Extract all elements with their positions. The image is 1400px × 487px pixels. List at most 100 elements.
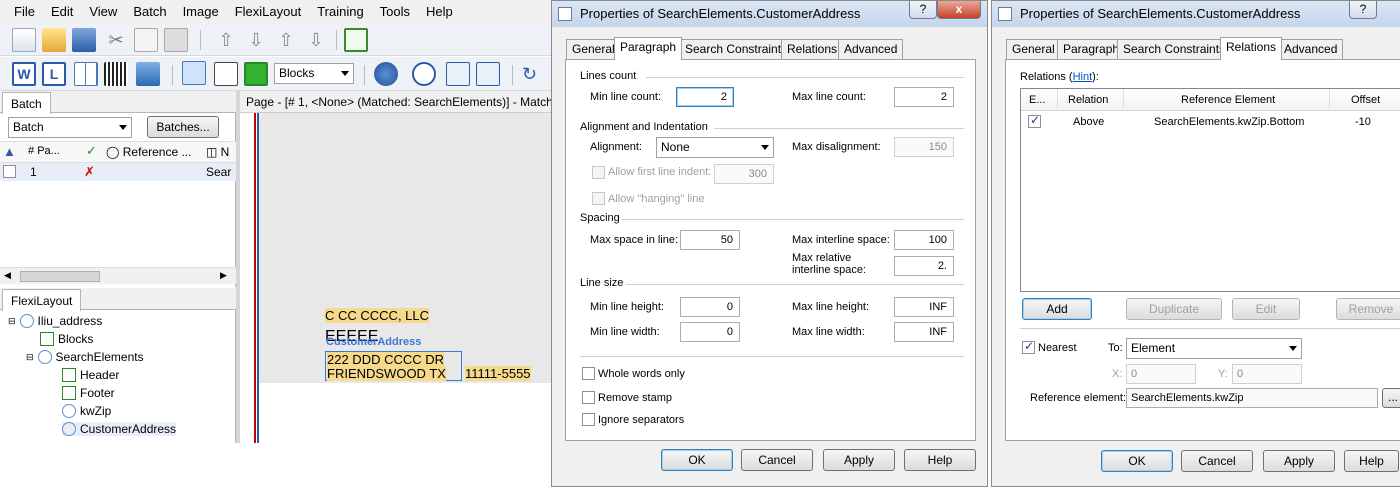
checkmark-icon[interactable]: ✓ bbox=[86, 143, 97, 159]
to-select[interactable]: Element bbox=[1126, 338, 1302, 359]
menu-training[interactable]: Training bbox=[309, 0, 371, 24]
help-title-button[interactable]: ? bbox=[909, 1, 937, 19]
max-interline-field[interactable]: 100 bbox=[894, 230, 954, 250]
move-top-icon[interactable]: ⇧ bbox=[274, 28, 298, 52]
horizontal-scrollbar[interactable]: ◀ ▶ bbox=[0, 267, 236, 284]
header-relation[interactable]: Relation bbox=[1068, 94, 1108, 106]
tree-item-kwzip[interactable]: kwZip bbox=[62, 404, 111, 418]
tab-advanced[interactable]: Advanced bbox=[838, 39, 904, 59]
hanging-line-checkbox[interactable] bbox=[592, 192, 605, 205]
tab-paragraph[interactable]: Paragraph bbox=[614, 37, 683, 60]
word-view-icon[interactable]: W bbox=[12, 62, 36, 86]
cut-icon[interactable]: ✂ bbox=[104, 28, 128, 52]
menu-tools[interactable]: Tools bbox=[372, 0, 418, 24]
align-icon[interactable] bbox=[446, 62, 470, 86]
refresh-icon[interactable]: ↻ bbox=[522, 62, 546, 86]
tree-item-root[interactable]: ⊟ Iliu_address bbox=[8, 314, 102, 328]
tree-item-footer[interactable]: Footer bbox=[62, 386, 115, 400]
max-line-width-field[interactable]: INF bbox=[894, 322, 954, 342]
new-file-icon[interactable] bbox=[12, 28, 36, 52]
recognize-icon[interactable] bbox=[344, 28, 368, 52]
line-view-icon[interactable]: L bbox=[42, 62, 66, 86]
max-disalignment-field[interactable]: 150 bbox=[894, 137, 954, 157]
menu-edit[interactable]: Edit bbox=[43, 0, 81, 24]
browse-button[interactable]: ... bbox=[1382, 388, 1400, 408]
tab-advanced[interactable]: Advanced bbox=[1278, 39, 1344, 59]
max-line-count-field[interactable]: 2 bbox=[894, 87, 954, 107]
distribute-icon[interactable] bbox=[476, 62, 500, 86]
apply-button[interactable]: Apply bbox=[823, 449, 895, 471]
move-down-icon[interactable]: ⇩ bbox=[244, 28, 268, 52]
training-icon[interactable] bbox=[374, 62, 398, 86]
ok-button[interactable]: OK bbox=[661, 449, 733, 471]
tree-item-searchelements[interactable]: ⊟ SearchElements bbox=[26, 350, 144, 364]
batches-button[interactable]: Batches... bbox=[147, 116, 219, 138]
tab-flexilayout[interactable]: FlexiLayout bbox=[2, 289, 82, 311]
tree-item-header[interactable]: Header bbox=[62, 368, 119, 382]
alignment-select[interactable]: None bbox=[656, 137, 774, 158]
move-bottom-icon[interactable]: ⇩ bbox=[304, 28, 328, 52]
remove-stamp-checkbox[interactable] bbox=[582, 391, 595, 404]
y-field[interactable]: 0 bbox=[1232, 364, 1302, 384]
menu-file[interactable]: File bbox=[6, 0, 43, 24]
column-reference[interactable]: ◯ Reference ... bbox=[106, 145, 191, 159]
tab-general[interactable]: General bbox=[1006, 39, 1061, 59]
min-line-count-field[interactable]: 2 bbox=[676, 87, 734, 107]
duplicate-button[interactable]: Duplicate bbox=[1126, 298, 1222, 320]
row-enabled-checkbox[interactable] bbox=[1028, 113, 1041, 128]
whole-words-checkbox[interactable] bbox=[582, 367, 595, 380]
help-button[interactable]: Help bbox=[1344, 450, 1399, 472]
remove-button[interactable]: Remove bbox=[1336, 298, 1400, 320]
add-button[interactable]: Add bbox=[1022, 298, 1092, 320]
reference-element-field[interactable]: SearchElements.kwZip bbox=[1126, 388, 1378, 408]
tab-relations[interactable]: Relations bbox=[1220, 37, 1283, 60]
first-line-indent-field[interactable]: 300 bbox=[714, 164, 774, 184]
edit-button[interactable]: Edit bbox=[1232, 298, 1300, 320]
ok-button[interactable]: OK bbox=[1101, 450, 1173, 472]
menu-flexilayout[interactable]: FlexiLayout bbox=[227, 0, 309, 24]
hint-link[interactable]: Hint bbox=[1073, 71, 1093, 83]
min-line-height-field[interactable]: 0 bbox=[680, 297, 740, 317]
select-tool-icon[interactable] bbox=[182, 61, 206, 85]
tab-paragraph[interactable]: Paragraph bbox=[1057, 39, 1126, 59]
max-line-height-field[interactable]: INF bbox=[894, 297, 954, 317]
column-pages[interactable]: # Pa... bbox=[28, 145, 60, 157]
nearest-checkbox[interactable] bbox=[1022, 339, 1035, 354]
tab-search-constraints[interactable]: Search Constraints bbox=[1117, 39, 1232, 59]
blocks-select[interactable]: Blocks bbox=[274, 63, 354, 84]
header-reference-element[interactable]: Reference Element bbox=[1181, 94, 1275, 106]
tree-item-customeraddress[interactable]: CustomerAddress bbox=[62, 422, 177, 436]
batch-select[interactable]: Batch bbox=[8, 117, 132, 138]
help-button[interactable]: Help bbox=[904, 449, 976, 471]
menu-help[interactable]: Help bbox=[418, 0, 461, 24]
header-enabled[interactable]: E... bbox=[1029, 94, 1046, 106]
first-line-indent-checkbox[interactable] bbox=[592, 166, 605, 179]
help-title-button[interactable]: ? bbox=[1349, 1, 1377, 19]
copy-icon[interactable] bbox=[134, 28, 158, 52]
training-column-icon[interactable]: ▲ bbox=[3, 144, 16, 159]
cancel-button[interactable]: Cancel bbox=[741, 449, 813, 471]
open-folder-icon[interactable] bbox=[42, 28, 66, 52]
tree-item-blocks[interactable]: Blocks bbox=[40, 332, 93, 346]
menu-batch[interactable]: Batch bbox=[125, 0, 174, 24]
blocks-icon[interactable] bbox=[244, 62, 268, 86]
max-rel-interline-field[interactable]: 2. bbox=[894, 256, 954, 276]
picture-icon[interactable] bbox=[136, 62, 160, 86]
x-field[interactable]: 0 bbox=[1126, 364, 1196, 384]
table-row[interactable]: 1 ✗ Sear bbox=[0, 163, 236, 181]
tab-relations[interactable]: Relations bbox=[781, 39, 844, 59]
draw-block-icon[interactable] bbox=[214, 62, 238, 86]
menu-image[interactable]: Image bbox=[175, 0, 227, 24]
tab-search-constraints[interactable]: Search Constraints bbox=[679, 39, 794, 59]
max-space-field[interactable]: 50 bbox=[680, 230, 740, 250]
ignore-separators-checkbox[interactable] bbox=[582, 413, 595, 426]
close-title-button[interactable]: x bbox=[937, 1, 981, 19]
list-icon[interactable] bbox=[412, 62, 436, 86]
save-icon[interactable] bbox=[72, 28, 96, 52]
table-row[interactable]: Above SearchElements.kwZip.Bottom -10 bbox=[1021, 112, 1400, 132]
move-up-icon[interactable]: ⇧ bbox=[214, 28, 238, 52]
barcode-icon[interactable] bbox=[104, 62, 128, 86]
column-n[interactable]: ◫ N bbox=[206, 145, 229, 159]
min-line-width-field[interactable]: 0 bbox=[680, 322, 740, 342]
tab-batch[interactable]: Batch bbox=[2, 92, 51, 114]
